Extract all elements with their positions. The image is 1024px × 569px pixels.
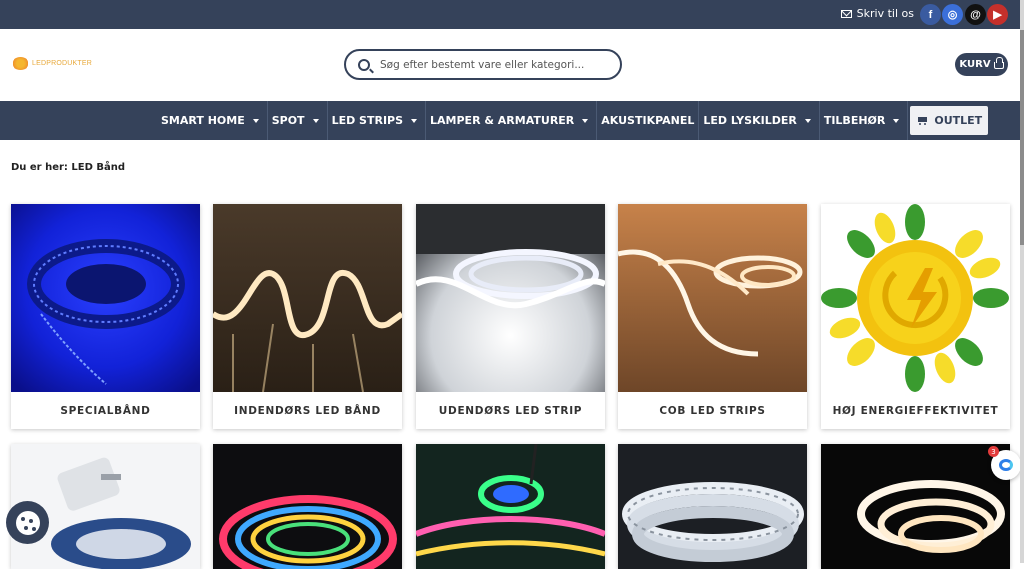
category-image — [11, 204, 200, 392]
nav-item-label: LED STRIPS — [331, 114, 404, 127]
threads-icon[interactable]: @ — [965, 4, 986, 25]
category-card-udendors-led-strip[interactable]: UDENDØRS LED STRIP — [416, 204, 605, 429]
nav-item-label: TILBEHØR — [823, 114, 886, 127]
nav-item-lamper-armaturer[interactable]: LAMPER & ARMATURER — [426, 101, 598, 140]
category-label: INDENDØRS LED BÅND — [234, 404, 381, 417]
category-label: UDENDØRS LED STRIP — [438, 404, 583, 417]
category-card-hoj-energieffektivitet[interactable]: HØJ ENERGIEFFEKTIVITET — [821, 204, 1010, 429]
category-image — [213, 444, 402, 569]
logo-text: LEDPRODUKTER — [32, 60, 92, 67]
search-input[interactable] — [380, 58, 610, 71]
category-image — [416, 444, 605, 569]
contact-link[interactable]: Skriv til os — [840, 7, 914, 20]
nav-item-label: AKUSTIKPANEL — [601, 114, 695, 127]
cookie-icon — [15, 510, 40, 535]
category-card[interactable] — [618, 444, 807, 569]
category-label: SPECIALBÅND — [60, 404, 151, 417]
category-image — [618, 204, 807, 392]
cart-button[interactable]: KURV — [955, 53, 1008, 76]
category-label: COB LED STRIPS — [659, 404, 766, 417]
nav-item-akustikpanel[interactable]: AKUSTIKPANEL — [597, 101, 700, 140]
caret-down-icon — [312, 118, 319, 123]
category-image — [416, 204, 605, 392]
facebook-icon[interactable]: f — [920, 4, 941, 25]
contact-label: Skriv til os — [856, 7, 914, 20]
nav-outlet-label: OUTLET — [934, 114, 983, 127]
cart-label: KURV — [959, 59, 991, 70]
chat-icon — [999, 459, 1013, 471]
category-image — [821, 444, 1010, 569]
caret-down-icon — [804, 118, 811, 123]
caret-down-icon — [893, 118, 900, 123]
category-card-specialband[interactable]: SPECIALBÅND — [11, 204, 200, 429]
caret-down-icon — [252, 118, 259, 123]
shopping-cart-icon — [916, 116, 928, 125]
nav-item-tilbehor[interactable]: TILBEHØR — [820, 101, 909, 140]
youtube-icon[interactable]: ▶ — [987, 4, 1008, 25]
nav-item-label: LAMPER & ARMATURER — [430, 114, 575, 127]
breadcrumb: Du er her: LED Bånd — [11, 162, 126, 173]
instagram-icon[interactable]: ◎ — [942, 4, 963, 25]
category-card[interactable] — [213, 444, 402, 569]
mail-icon — [840, 9, 852, 18]
nav-item-label: SPOT — [271, 114, 305, 127]
nav-item-led-strips[interactable]: LED STRIPS — [328, 101, 427, 140]
category-image — [821, 204, 1010, 392]
category-card-indendors-led-band[interactable]: INDENDØRS LED BÅND — [213, 204, 402, 429]
basket-icon — [993, 57, 1004, 69]
site-header: LEDPRODUKTER KURV — [0, 29, 1020, 101]
nav-item-outlet[interactable]: OUTLET — [910, 106, 989, 135]
category-card-cob-led-strips[interactable]: COB LED STRIPS — [618, 204, 807, 429]
nav-item-label: LED LYSKILDER — [703, 114, 797, 127]
caret-down-icon — [411, 118, 418, 123]
category-card[interactable] — [821, 444, 1010, 569]
search-bar[interactable] — [344, 49, 622, 80]
nav-item-smart-home[interactable]: SMART HOME — [157, 101, 268, 140]
logo-sun-icon — [12, 57, 29, 70]
search-icon[interactable] — [358, 58, 370, 71]
chat-widget-button[interactable]: 3 — [988, 446, 1021, 480]
caret-down-icon — [582, 118, 589, 123]
category-image — [213, 204, 402, 392]
scrollbar-thumb[interactable] — [1020, 30, 1024, 245]
category-label: HØJ ENERGIEFFEKTIVITET — [832, 404, 999, 417]
main-nav: SMART HOME SPOT LED STRIPS LAMPER & ARMA… — [0, 101, 1020, 140]
notification-badge: 3 — [988, 446, 999, 457]
site-logo[interactable]: LEDPRODUKTER — [12, 57, 92, 70]
nav-item-spot[interactable]: SPOT — [268, 101, 328, 140]
category-card[interactable] — [416, 444, 605, 569]
nav-item-label: SMART HOME — [161, 114, 245, 127]
category-image — [618, 444, 807, 569]
nav-item-led-lyskilder[interactable]: LED LYSKILDER — [699, 101, 820, 140]
top-bar: Skriv til os — [0, 0, 1020, 29]
cookie-settings-button[interactable] — [6, 501, 49, 544]
